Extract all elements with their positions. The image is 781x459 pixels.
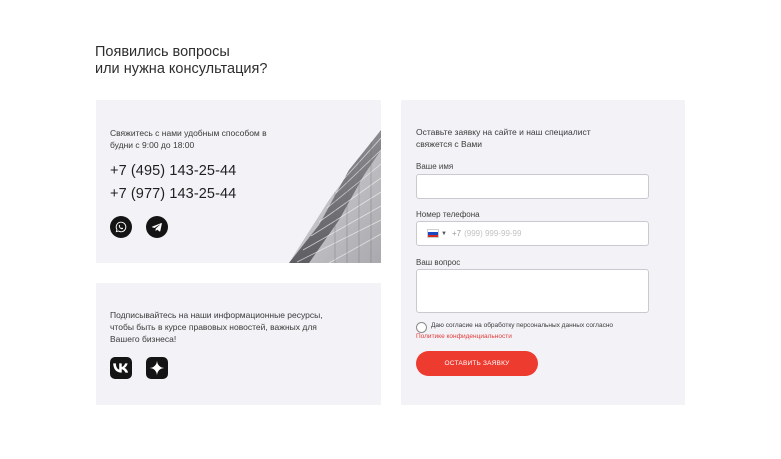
question-textarea[interactable] bbox=[416, 269, 649, 313]
russia-flag-icon[interactable] bbox=[427, 229, 439, 238]
phone-placeholder: (999) 999-99-99 bbox=[464, 229, 522, 238]
heading-line-1: Появились вопросы bbox=[95, 44, 230, 60]
consent-text: Даю согласие на обработку персональных д… bbox=[431, 322, 614, 329]
phone-input[interactable]: ▼ +7 (999) 999-99-99 bbox=[416, 221, 649, 246]
form-intro: Оставьте заявку на сайте и наш специалис… bbox=[416, 127, 591, 149]
phone-label: Номер телефона bbox=[416, 210, 480, 219]
building-image bbox=[289, 130, 381, 263]
vk-icon[interactable] bbox=[110, 357, 132, 379]
name-input[interactable] bbox=[416, 174, 649, 199]
question-label: Ваш вопрос bbox=[416, 258, 461, 267]
zen-icon[interactable] bbox=[146, 357, 168, 379]
telegram-icon[interactable] bbox=[146, 216, 168, 238]
consent-checkbox[interactable] bbox=[416, 322, 427, 333]
phone-link-2[interactable]: +7 (977) 143-25-44 bbox=[110, 186, 236, 202]
chevron-down-icon[interactable]: ▼ bbox=[441, 231, 447, 237]
contacts-intro: Свяжитесь с нами удобным способом в будн… bbox=[110, 128, 267, 150]
name-label: Ваше имя bbox=[416, 162, 454, 171]
subscribe-card: Подписывайтесь на наши информационные ре… bbox=[96, 283, 381, 405]
phone-prefix: +7 bbox=[451, 229, 462, 238]
phone-link-1[interactable]: +7 (495) 143-25-44 bbox=[110, 163, 236, 179]
subscribe-text: Подписывайтесь на наши информационные ре… bbox=[110, 310, 323, 344]
submit-request-button[interactable]: ОСТАВИТЬ ЗАЯВКУ bbox=[416, 351, 538, 376]
contacts-card: Свяжитесь с нами удобным способом в будн… bbox=[96, 100, 381, 263]
whatsapp-icon[interactable] bbox=[110, 216, 132, 238]
request-form-card: Оставьте заявку на сайте и наш специалис… bbox=[401, 100, 685, 405]
privacy-policy-link[interactable]: Политике конфиденциальности bbox=[416, 333, 512, 340]
section-heading: Появились вопросы или нужна консультация… bbox=[95, 44, 267, 78]
heading-line-2: или нужна консультация? bbox=[95, 61, 268, 77]
